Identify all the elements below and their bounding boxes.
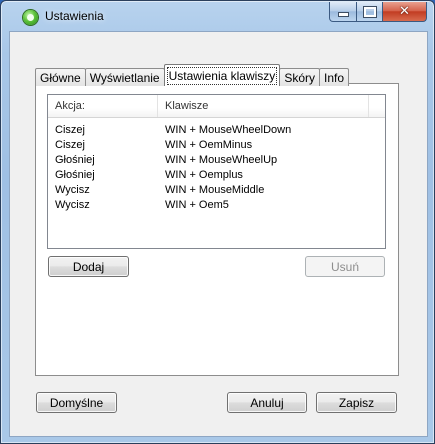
list-item[interactable]: Wycisz WIN + Oem5 — [48, 197, 385, 212]
tab-label: Główne — [40, 70, 81, 85]
list-item[interactable]: Głośniej WIN + MouseWheelUp — [48, 152, 385, 167]
keys-cell: WIN + MouseWheelUp — [165, 153, 278, 166]
keys-cell: WIN + MouseWheelDown — [165, 123, 292, 136]
save-button[interactable]: Zapisz — [316, 392, 397, 413]
list-item[interactable]: Głośniej WIN + Oemplus — [48, 167, 385, 182]
column-header-keys[interactable]: Klawisze — [158, 95, 369, 117]
tab-label: Ustawienia klawiszy — [166, 66, 278, 85]
action-cell: Głośniej — [55, 168, 95, 181]
keys-cell: WIN + OemMinus — [165, 138, 253, 151]
maximize-icon — [363, 6, 376, 17]
action-cell: Wycisz — [55, 183, 90, 196]
action-cell: Wycisz — [55, 198, 90, 211]
defaults-button[interactable]: Domyślne — [36, 392, 117, 413]
close-button[interactable]: ✕ — [383, 2, 427, 22]
caption-buttons: ✕ — [329, 2, 427, 22]
remove-button[interactable]: Usuń — [305, 256, 385, 277]
minimize-icon — [337, 12, 349, 17]
tab-key-settings[interactable]: Ustawienia klawiszy — [163, 64, 281, 86]
list-item[interactable]: Ciszej WIN + MouseWheelDown — [48, 122, 385, 137]
action-cell: Ciszej — [55, 138, 85, 151]
action-cell: Głośniej — [55, 153, 95, 166]
app-gear-icon — [23, 10, 38, 25]
minimize-button[interactable] — [329, 2, 357, 22]
list-rows: Ciszej WIN + MouseWheelDown Ciszej WIN +… — [48, 118, 385, 212]
keys-cell: WIN + Oemplus — [165, 168, 243, 181]
window-title: Ustawienia — [45, 9, 104, 23]
action-cell: Ciszej — [55, 123, 85, 136]
tab-info[interactable]: Info — [319, 68, 350, 86]
title-bar[interactable]: Ustawienia ✕ — [1, 1, 434, 31]
keys-cell: WIN + Oem5 — [165, 198, 229, 211]
maximize-button[interactable] — [357, 2, 383, 22]
list-header: Akcja: Klawisze — [48, 95, 385, 118]
tab-label: Skóry — [284, 70, 315, 85]
tab-label: Wyświetlanie — [89, 70, 160, 85]
column-header-action[interactable]: Akcja: — [48, 95, 158, 117]
add-button[interactable]: Dodaj — [48, 256, 129, 277]
list-item[interactable]: Ciszej WIN + OemMinus — [48, 137, 385, 152]
tab-general[interactable]: Główne — [35, 68, 86, 86]
tab-strip: Główne Wyświetlanie Ustawienia klawiszy … — [35, 64, 350, 86]
list-item[interactable]: Wycisz WIN + MouseMiddle — [48, 182, 385, 197]
close-icon: ✕ — [399, 4, 410, 19]
tab-label: Info — [324, 70, 345, 85]
tab-skins[interactable]: Skóry — [279, 68, 320, 86]
shortcut-list[interactable]: Akcja: Klawisze Ciszej WIN + MouseWheelD… — [47, 94, 386, 249]
tab-display[interactable]: Wyświetlanie — [84, 68, 165, 86]
keys-cell: WIN + MouseMiddle — [165, 183, 265, 196]
cancel-button[interactable]: Anuluj — [227, 392, 307, 413]
